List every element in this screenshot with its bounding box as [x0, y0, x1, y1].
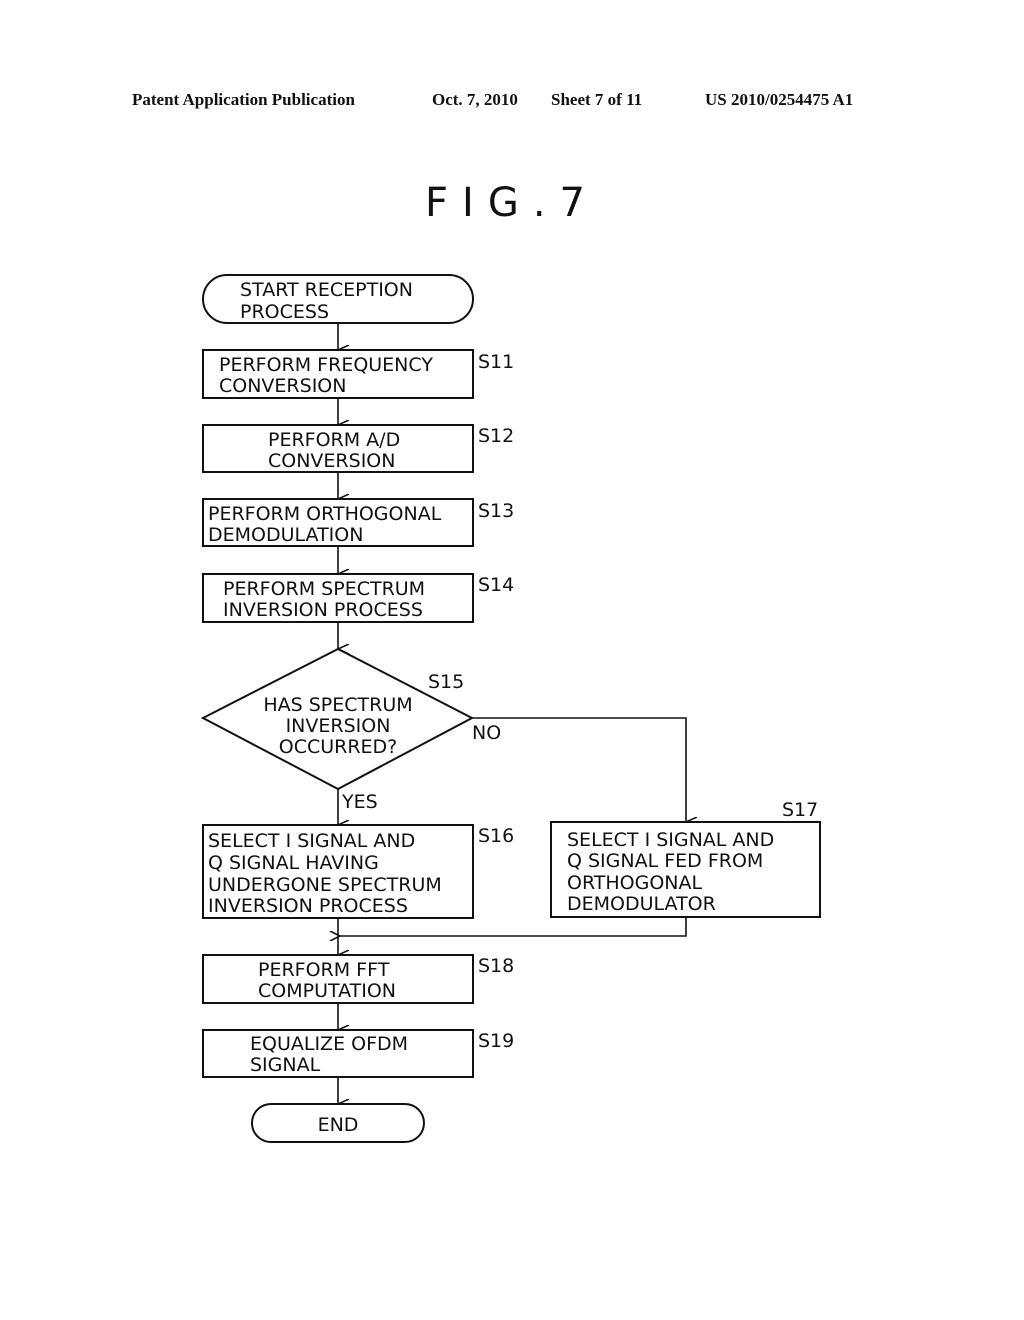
end-terminator: END: [251, 1103, 425, 1143]
step-s11-id: S11: [478, 351, 514, 373]
decision-line2: INVERSION: [286, 715, 391, 737]
step-s16-line1: SELECT I SIGNAL AND: [208, 830, 415, 852]
decision-line1: HAS SPECTRUM: [263, 694, 412, 716]
arrow-s17-merge: [340, 917, 687, 936]
step-s12: PERFORM A/D CONVERSION S12: [202, 424, 514, 473]
step-s13-line1: PERFORM ORTHOGONAL: [208, 503, 442, 525]
step-s16-line3: UNDERGONE SPECTRUM: [208, 874, 442, 896]
step-s17-line4: DEMODULATOR: [567, 893, 716, 915]
step-s11-line2: CONVERSION: [219, 375, 346, 397]
step-s16: SELECT I SIGNAL AND Q SIGNAL HAVING UNDE…: [202, 824, 514, 919]
step-s13: PERFORM ORTHOGONAL DEMODULATION S13: [202, 498, 514, 547]
step-s12-line2: CONVERSION: [268, 450, 395, 472]
decision-line3: OCCURRED?: [279, 736, 398, 758]
step-s17-line3: ORTHOGONAL: [567, 872, 703, 894]
decision-id: S15: [428, 671, 464, 693]
step-s12-id: S12: [478, 425, 514, 447]
step-s11-line1: PERFORM FREQUENCY: [219, 354, 433, 376]
step-s17-line1: SELECT I SIGNAL AND: [567, 829, 774, 851]
step-s16-id: S16: [478, 825, 514, 847]
arrow-no-s17: [472, 717, 686, 822]
end-label: END: [318, 1114, 359, 1136]
step-s18: PERFORM FFT COMPUTATION S18: [202, 954, 514, 1004]
decision-no-label: NO: [472, 722, 501, 744]
step-s16-line4: INVERSION PROCESS: [208, 895, 408, 917]
step-s13-id: S13: [478, 500, 514, 522]
step-s11: PERFORM FREQUENCY CONVERSION S11: [202, 349, 514, 399]
step-s18-id: S18: [478, 955, 514, 977]
step-s17-line2: Q SIGNAL FED FROM: [567, 850, 763, 872]
step-s12-line1: PERFORM A/D: [268, 429, 400, 451]
decision-yes-label: YES: [341, 791, 378, 813]
step-s19-line2: SIGNAL: [250, 1054, 321, 1076]
step-s14-line2: INVERSION PROCESS: [223, 599, 423, 621]
start-terminator: START RECEPTION PROCESS: [202, 274, 474, 324]
step-s14: PERFORM SPECTRUM INVERSION PROCESS S14: [202, 573, 514, 623]
start-label-line1: START RECEPTION: [240, 279, 413, 301]
step-s19: EQUALIZE OFDM SIGNAL S19: [202, 1029, 514, 1078]
step-s16-line2: Q SIGNAL HAVING: [208, 852, 379, 874]
step-s18-line1: PERFORM FFT: [258, 959, 390, 981]
decision-s15: HAS SPECTRUM INVERSION OCCURRED? S15 NO …: [200, 647, 501, 813]
step-s17-id: S17: [782, 799, 818, 821]
step-s18-line2: COMPUTATION: [258, 980, 396, 1002]
start-label-line2: PROCESS: [240, 301, 329, 323]
step-s14-id: S14: [478, 574, 514, 596]
step-s19-line1: EQUALIZE OFDM: [250, 1033, 408, 1055]
step-s19-id: S19: [478, 1030, 514, 1052]
step-s14-line1: PERFORM SPECTRUM: [223, 578, 425, 600]
flowchart: START RECEPTION PROCESS PERFORM FREQUENC…: [200, 274, 821, 1143]
step-s13-line2: DEMODULATION: [208, 524, 363, 546]
